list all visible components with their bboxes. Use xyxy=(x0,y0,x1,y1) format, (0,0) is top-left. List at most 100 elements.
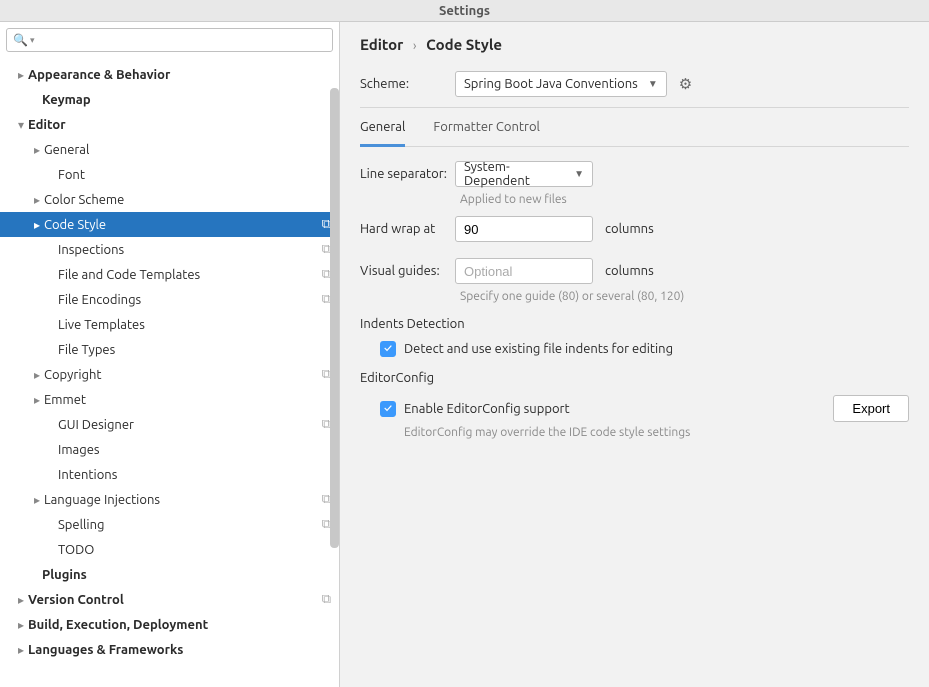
tab-formatter-control[interactable]: Formatter Control xyxy=(433,108,540,146)
columns-label: columns xyxy=(605,222,654,236)
editorconfig-label: Enable EditorConfig support xyxy=(404,402,570,416)
tree-item[interactable]: File and Code Templates⧉ xyxy=(0,262,339,287)
tree-item-label: Intentions xyxy=(58,468,331,482)
search-icon: 🔍 xyxy=(13,33,28,47)
breadcrumb: Editor › Code Style xyxy=(360,36,909,53)
detect-indents-checkbox[interactable]: ✓ xyxy=(380,341,396,357)
line-separator-label: Line separator: xyxy=(360,167,455,181)
fade-overlay xyxy=(0,669,339,687)
window-title: Settings xyxy=(0,0,929,22)
editorconfig-checkbox[interactable]: ✓ xyxy=(380,401,396,417)
chevron-right-icon[interactable]: ▸ xyxy=(30,393,44,407)
hard-wrap-label: Hard wrap at xyxy=(360,222,455,236)
export-button[interactable]: Export xyxy=(833,395,909,422)
hard-wrap-input[interactable] xyxy=(455,216,593,242)
tree-item[interactable]: ▸Color Scheme xyxy=(0,187,339,212)
breadcrumb-root[interactable]: Editor xyxy=(360,36,403,53)
project-scope-icon: ⧉ xyxy=(322,592,331,607)
visual-guides-hint: Specify one guide (80) or several (80, 1… xyxy=(460,290,909,303)
scheme-select[interactable]: Spring Boot Java Conventions ▼ xyxy=(455,71,667,97)
chevron-down-icon: ▼ xyxy=(574,168,584,180)
search-box[interactable]: 🔍 ▾ xyxy=(6,28,333,52)
tree-item[interactable]: ▸Appearance & Behavior xyxy=(0,62,339,87)
tree-item[interactable]: ▸Language Injections⧉ xyxy=(0,487,339,512)
settings-sidebar: 🔍 ▾ ▸Appearance & BehaviorKeymap▾Editor▸… xyxy=(0,22,340,687)
chevron-right-icon[interactable]: ▸ xyxy=(30,493,44,507)
tree-item-label: Keymap xyxy=(42,93,331,107)
scrollbar-thumb[interactable] xyxy=(330,88,339,548)
chevron-right-icon[interactable]: ▸ xyxy=(14,68,28,82)
tabs: General Formatter Control xyxy=(360,108,909,147)
editorconfig-hint: EditorConfig may override the IDE code s… xyxy=(404,426,909,439)
tree-item-label: Plugins xyxy=(42,568,331,582)
tree-item-label: Build, Execution, Deployment xyxy=(28,618,331,632)
tree-item[interactable]: Inspections⧉ xyxy=(0,237,339,262)
tree-item-label: Copyright xyxy=(44,368,318,382)
tree-item[interactable]: ▸General xyxy=(0,137,339,162)
chevron-right-icon[interactable]: ▸ xyxy=(14,593,28,607)
tab-general[interactable]: General xyxy=(360,108,405,147)
tree-item-label: General xyxy=(44,143,331,157)
tree-item-label: GUI Designer xyxy=(58,418,318,432)
tree-item-label: TODO xyxy=(58,543,331,557)
tree-item-label: Languages & Frameworks xyxy=(28,643,331,657)
tree-item[interactable]: Spelling⧉ xyxy=(0,512,339,537)
indents-title: Indents Detection xyxy=(360,317,909,331)
detect-indents-label: Detect and use existing file indents for… xyxy=(404,342,673,356)
chevron-right-icon[interactable]: ▸ xyxy=(30,368,44,382)
tree-item-label: Editor xyxy=(28,118,331,132)
chevron-right-icon[interactable]: ▸ xyxy=(30,193,44,207)
chevron-right-icon[interactable]: ▸ xyxy=(30,143,44,157)
tree-item-label: File Encodings xyxy=(58,293,318,307)
tree-item-label: Images xyxy=(58,443,331,457)
tree-item-label: Version Control xyxy=(28,593,318,607)
tree-item[interactable]: ▸Build, Execution, Deployment xyxy=(0,612,339,637)
settings-tree[interactable]: ▸Appearance & BehaviorKeymap▾Editor▸Gene… xyxy=(0,58,339,687)
tree-item-label: Language Injections xyxy=(44,493,318,507)
tree-item[interactable]: ▸Code Style⧉ xyxy=(0,212,339,237)
chevron-right-icon[interactable]: ▸ xyxy=(30,218,44,232)
scheme-label: Scheme: xyxy=(360,77,455,91)
tree-item[interactable]: ▸Version Control ⧉ xyxy=(0,587,339,612)
tree-item[interactable]: ▸Copyright⧉ xyxy=(0,362,339,387)
chevron-down-icon[interactable]: ▾ xyxy=(14,118,28,132)
tree-item[interactable]: ▾Editor xyxy=(0,112,339,137)
editorconfig-title: EditorConfig xyxy=(360,371,909,385)
tree-item[interactable]: File Encodings⧉ xyxy=(0,287,339,312)
tree-item-label: Color Scheme xyxy=(44,193,331,207)
tree-item-label: Appearance & Behavior xyxy=(28,68,331,82)
tree-item-label: Live Templates xyxy=(58,318,331,332)
visual-guides-label: Visual guides: xyxy=(360,264,455,278)
line-separator-hint: Applied to new files xyxy=(460,193,909,206)
breadcrumb-sep-icon: › xyxy=(413,39,417,53)
tree-item-label: Inspections xyxy=(58,243,318,257)
scheme-value: Spring Boot Java Conventions xyxy=(464,77,638,91)
tree-item[interactable]: Plugins xyxy=(0,562,339,587)
content-panel: Editor › Code Style Scheme: Spring Boot … xyxy=(340,22,929,687)
tree-item[interactable]: Live Templates xyxy=(0,312,339,337)
chevron-down-icon: ▼ xyxy=(648,78,658,90)
tree-item-label: Spelling xyxy=(58,518,318,532)
tree-item-label: File and Code Templates xyxy=(58,268,318,282)
gear-icon[interactable]: ⚙ xyxy=(679,75,692,93)
line-separator-select[interactable]: System-Dependent ▼ xyxy=(455,161,593,187)
tree-item[interactable]: Intentions xyxy=(0,462,339,487)
search-dropdown-icon[interactable]: ▾ xyxy=(30,35,35,46)
breadcrumb-leaf: Code Style xyxy=(426,36,502,53)
tree-item[interactable]: File Types xyxy=(0,337,339,362)
tree-item-label: Code Style xyxy=(44,218,318,232)
tree-item[interactable]: ▸Languages & Frameworks xyxy=(0,637,339,662)
chevron-right-icon[interactable]: ▸ xyxy=(14,643,28,657)
tree-item[interactable]: ▸Emmet xyxy=(0,387,339,412)
tree-item-label: File Types xyxy=(58,343,331,357)
search-input[interactable] xyxy=(38,33,326,48)
chevron-right-icon[interactable]: ▸ xyxy=(14,618,28,632)
tree-item[interactable]: Images xyxy=(0,437,339,462)
tree-item[interactable]: Font xyxy=(0,162,339,187)
tree-item-label: Emmet xyxy=(44,393,331,407)
tree-item[interactable]: TODO xyxy=(0,537,339,562)
tree-item[interactable]: GUI Designer⧉ xyxy=(0,412,339,437)
visual-guides-input[interactable] xyxy=(455,258,593,284)
tree-item[interactable]: Keymap xyxy=(0,87,339,112)
columns-label: columns xyxy=(605,264,654,278)
